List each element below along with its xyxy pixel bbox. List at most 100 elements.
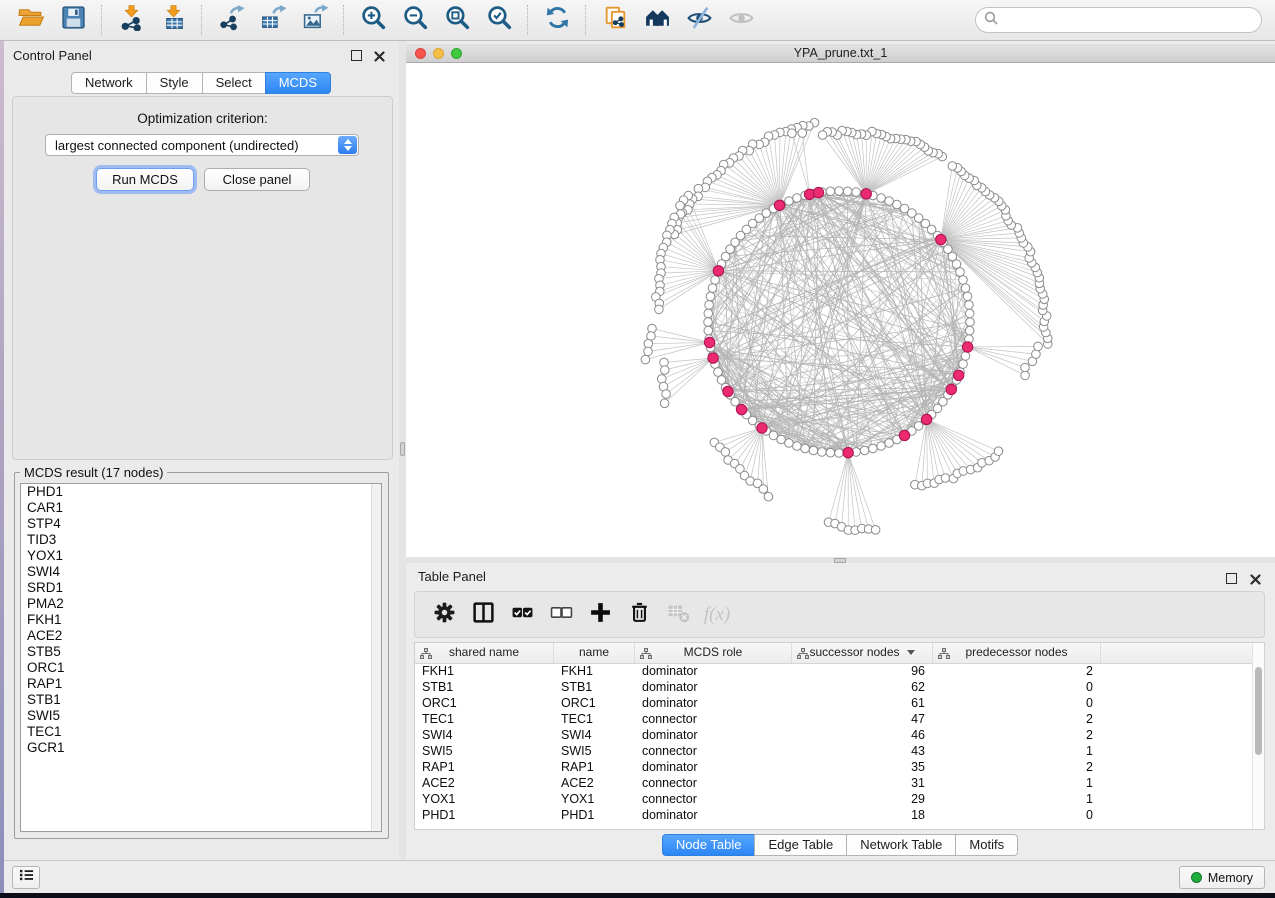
- network-node[interactable]: [843, 187, 852, 196]
- mcds-result-item[interactable]: YOX1: [21, 548, 381, 564]
- export-network-button[interactable]: [215, 4, 247, 36]
- network-node[interactable]: [994, 447, 1003, 456]
- mcds-result-item[interactable]: FKH1: [21, 612, 381, 628]
- search-box[interactable]: [975, 7, 1262, 33]
- table-tab-edge-table[interactable]: Edge Table: [754, 834, 847, 856]
- show-all-button[interactable]: [725, 4, 757, 36]
- network-node[interactable]: [893, 200, 902, 209]
- float-panel-icon[interactable]: [351, 50, 362, 61]
- mcds-hub-node[interactable]: [921, 414, 931, 424]
- splitter-handle-icon[interactable]: [400, 442, 405, 456]
- network-node[interactable]: [826, 448, 835, 457]
- mcds-hub-node[interactable]: [936, 234, 946, 244]
- network-node[interactable]: [961, 352, 970, 361]
- network-node[interactable]: [711, 276, 720, 285]
- column-header-name[interactable]: name: [554, 643, 635, 663]
- network-node[interactable]: [1021, 371, 1030, 380]
- table-row[interactable]: TEC1TEC1connector472: [415, 711, 1253, 727]
- network-node[interactable]: [965, 301, 974, 310]
- network-node[interactable]: [941, 474, 950, 483]
- mcds-hub-node[interactable]: [899, 430, 909, 440]
- network-node[interactable]: [785, 197, 794, 206]
- network-node[interactable]: [655, 305, 664, 314]
- float-panel-icon[interactable]: [1226, 573, 1237, 584]
- network-node[interactable]: [764, 492, 773, 501]
- close-panel-button[interactable]: Close panel: [204, 168, 310, 191]
- mcds-hub-node[interactable]: [713, 266, 723, 276]
- mcds-result-item[interactable]: STB5: [21, 644, 381, 660]
- hide-selected-button[interactable]: [683, 4, 715, 36]
- network-node[interactable]: [885, 439, 894, 448]
- network-node[interactable]: [705, 301, 714, 310]
- network-node[interactable]: [959, 276, 968, 285]
- mcds-hub-node[interactable]: [723, 386, 733, 396]
- network-node[interactable]: [661, 366, 670, 375]
- mcds-hub-node[interactable]: [962, 342, 972, 352]
- network-node[interactable]: [793, 442, 802, 451]
- network-node[interactable]: [961, 284, 970, 293]
- column-settings-gear-button[interactable]: [429, 600, 459, 630]
- zoom-fit-button[interactable]: [441, 4, 473, 36]
- run-mcds-button[interactable]: Run MCDS: [96, 168, 194, 191]
- splitter-handle-icon[interactable]: [834, 558, 846, 563]
- zoom-in-button[interactable]: [357, 4, 389, 36]
- column-header-predecessor-nodes[interactable]: predecessor nodes: [933, 643, 1101, 663]
- export-table-button[interactable]: [257, 4, 289, 36]
- network-node[interactable]: [793, 194, 802, 203]
- table-row[interactable]: FKH1FKH1dominator962: [415, 663, 1253, 679]
- network-node[interactable]: [714, 368, 723, 377]
- network-node[interactable]: [877, 194, 886, 203]
- table-row[interactable]: YOX1YOX1connector291: [415, 791, 1253, 807]
- mcds-hub-node[interactable]: [757, 423, 767, 433]
- mcds-hub-node[interactable]: [736, 404, 746, 414]
- table-row[interactable]: ORC1ORC1dominator610: [415, 695, 1253, 711]
- network-node[interactable]: [798, 129, 807, 138]
- memory-button[interactable]: Memory: [1179, 866, 1265, 889]
- import-network-button[interactable]: [115, 4, 147, 36]
- network-from-selection-button[interactable]: [599, 4, 631, 36]
- network-node[interactable]: [759, 485, 768, 494]
- mcds-hub-node[interactable]: [946, 384, 956, 394]
- network-node[interactable]: [826, 187, 835, 196]
- network-node[interactable]: [885, 197, 894, 206]
- zoom-selected-button[interactable]: [483, 4, 515, 36]
- criterion-select[interactable]: largest connected component (undirected): [45, 134, 359, 156]
- mcds-hub-node[interactable]: [704, 337, 714, 347]
- mcds-result-item[interactable]: SRD1: [21, 580, 381, 596]
- mcds-result-item[interactable]: RAP1: [21, 676, 381, 692]
- network-node[interactable]: [708, 284, 717, 293]
- network-node[interactable]: [835, 449, 844, 458]
- table-row[interactable]: PHD1PHD1dominator180: [415, 807, 1253, 823]
- mcds-hub-node[interactable]: [861, 189, 871, 199]
- network-node[interactable]: [660, 399, 669, 408]
- save-button[interactable]: [57, 4, 89, 36]
- network-node[interactable]: [835, 187, 844, 196]
- zoom-out-button[interactable]: [399, 4, 431, 36]
- column-header-successor-nodes[interactable]: successor nodes: [792, 643, 933, 663]
- mcds-result-item[interactable]: PMA2: [21, 596, 381, 612]
- toggle-column-display-button[interactable]: [468, 600, 498, 630]
- network-node[interactable]: [948, 162, 957, 171]
- network-node[interactable]: [860, 446, 869, 455]
- network-node[interactable]: [965, 309, 974, 318]
- mcds-hub-node[interactable]: [813, 187, 823, 197]
- tab-select[interactable]: Select: [202, 72, 266, 94]
- mcds-hub-node[interactable]: [953, 370, 963, 380]
- network-node[interactable]: [785, 439, 794, 448]
- sort-chevron-icon[interactable]: [907, 650, 915, 655]
- network-node[interactable]: [788, 129, 797, 138]
- mcds-result-list[interactable]: PHD1CAR1STP4TID3YOX1SWI4SRD1PMA2FKH1ACE2…: [20, 483, 382, 832]
- delete-column-button[interactable]: [624, 600, 654, 630]
- network-node[interactable]: [704, 326, 713, 335]
- network-titlebar[interactable]: YPA_prune.txt_1: [406, 44, 1275, 63]
- refresh-button[interactable]: [541, 4, 573, 36]
- mcds-result-item[interactable]: STP4: [21, 516, 381, 532]
- network-node[interactable]: [956, 268, 965, 277]
- mcds-result-item[interactable]: TID3: [21, 532, 381, 548]
- mcds-hub-node[interactable]: [708, 353, 718, 363]
- mcds-result-item[interactable]: GCR1: [21, 740, 381, 756]
- result-list-scrollbar[interactable]: [371, 484, 381, 831]
- mcds-result-item[interactable]: SWI5: [21, 708, 381, 724]
- network-node[interactable]: [871, 526, 880, 535]
- table-row[interactable]: RAP1RAP1dominator352: [415, 759, 1253, 775]
